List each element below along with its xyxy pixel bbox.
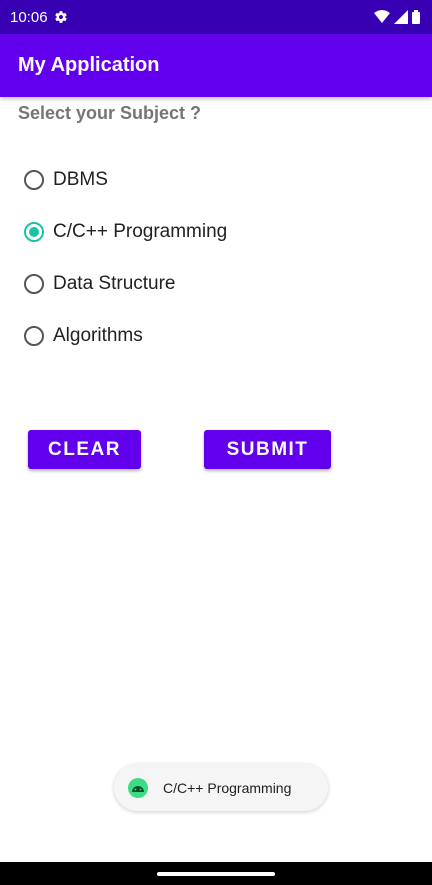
radio-option-data-structure[interactable]: Data Structure xyxy=(24,258,227,310)
battery-icon xyxy=(412,10,420,24)
radio-button[interactable] xyxy=(24,222,44,242)
radio-label[interactable]: C/C++ Programming xyxy=(53,221,227,243)
radio-button[interactable] xyxy=(24,326,44,346)
status-bar: 10:06 xyxy=(0,0,432,34)
android-icon xyxy=(128,777,148,798)
radio-option-algorithms[interactable]: Algorithms xyxy=(24,310,227,362)
radio-option-dbms[interactable]: DBMS xyxy=(24,154,227,206)
toast-text: C/C++ Programming xyxy=(163,779,292,796)
signal-icon xyxy=(394,10,408,24)
radio-dot xyxy=(29,227,39,237)
submit-button[interactable]: SUBMIT xyxy=(204,430,331,469)
radio-button[interactable] xyxy=(24,170,44,190)
radio-label[interactable]: DBMS xyxy=(53,169,108,191)
subject-radio-group: DBMS C/C++ Programming Data Structure Al… xyxy=(24,154,227,362)
status-time: 10:06 xyxy=(10,8,48,26)
radio-label[interactable]: Data Structure xyxy=(53,273,176,295)
radio-label[interactable]: Algorithms xyxy=(53,325,143,347)
toast-message: C/C++ Programming xyxy=(114,764,328,811)
radio-option-c-cpp-programming[interactable]: C/C++ Programming xyxy=(24,206,227,258)
home-gesture-handle[interactable] xyxy=(157,871,275,876)
subject-prompt: Select your Subject ? xyxy=(18,103,202,123)
status-icons xyxy=(374,10,420,24)
app-title: My Application xyxy=(18,54,160,76)
radio-button[interactable] xyxy=(24,274,44,294)
wifi-icon xyxy=(374,10,390,23)
navigation-bar xyxy=(0,862,432,885)
clear-button[interactable]: CLEAR xyxy=(28,430,141,469)
gear-icon xyxy=(54,11,67,23)
app-bar: My Application xyxy=(0,34,432,97)
